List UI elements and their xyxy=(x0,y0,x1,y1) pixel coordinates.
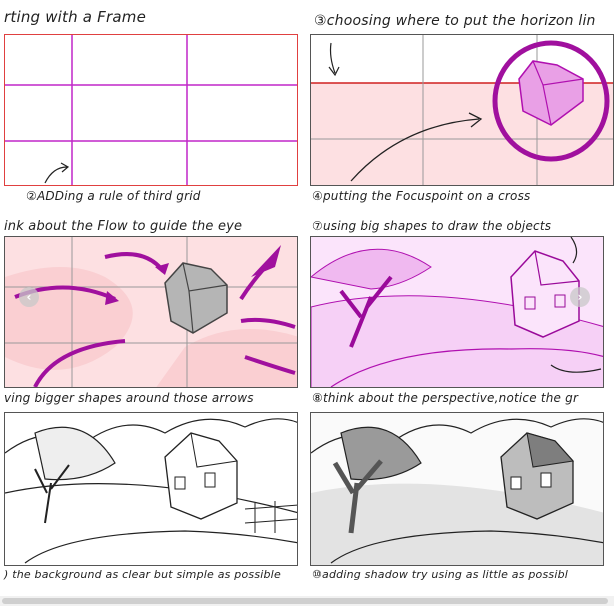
caption-shadow: ⑩adding shadow try using as little as po… xyxy=(312,568,569,581)
carousel-next-button[interactable]: › xyxy=(570,287,590,307)
carousel-prev-button[interactable]: ‹ xyxy=(19,287,39,307)
caption-big-shapes: ⑦using big shapes to draw the objects xyxy=(312,219,552,233)
horizontal-scrollbar-thumb[interactable] xyxy=(2,598,608,604)
background-drawing xyxy=(5,413,297,565)
chevron-left-icon: ‹ xyxy=(26,290,32,304)
panel-objects xyxy=(310,236,604,388)
panel-background xyxy=(4,412,298,566)
chevron-right-icon: › xyxy=(577,290,583,304)
panel-rule-of-thirds xyxy=(4,34,298,186)
caption-rule-of-thirds: ②ADDing a rule of third grid xyxy=(26,189,201,203)
tutorial-image: rting with a Frame ③choosing where to pu… xyxy=(0,0,614,606)
shadow-drawing xyxy=(311,413,603,565)
panel-horizon xyxy=(310,34,614,186)
caption-horizon-line: ③choosing where to put the horizon lin xyxy=(314,13,596,29)
flow-drawing xyxy=(5,237,297,387)
caption-bigger-shapes: ving bigger shapes around those arrows xyxy=(4,391,254,405)
panel-shadow xyxy=(310,412,604,566)
caption-perspective: ⑧think about the perspective,notice the … xyxy=(312,391,579,405)
caption-starting-frame: rting with a Frame xyxy=(4,8,146,26)
caption-focus-point: ④putting the Focuspoint on a cross xyxy=(312,189,531,203)
caption-background: ) the background as clear but simple as … xyxy=(4,568,281,581)
panel-flow xyxy=(4,236,298,388)
grid-drawing xyxy=(5,35,297,185)
objects-drawing xyxy=(311,237,603,387)
caption-flow: ink about the Flow to guide the eye xyxy=(4,219,243,234)
horizon-drawing xyxy=(311,35,613,185)
